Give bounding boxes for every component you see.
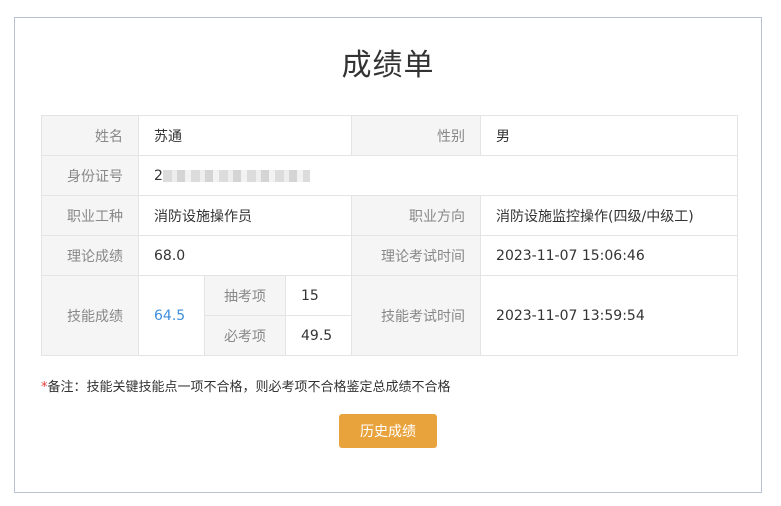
table-row: 理论成绩 68.0 理论考试时间 2023-11-07 15:06:46 — [41, 235, 739, 276]
skill-score-value: 64.5 — [138, 275, 205, 356]
skill-time-value: 2023-11-07 13:59:54 — [480, 275, 739, 356]
theory-score-value: 68.0 — [137, 235, 353, 276]
score-table: 姓名 苏通 性别 男 身份证号 2 职业工种 消防设施操作员 职业方向 消防设施… — [41, 115, 739, 356]
table-row: 身份证号 2 — [41, 155, 739, 196]
skill-score-label: 技能成绩 — [41, 275, 139, 356]
draw-item-label: 抽考项 — [204, 275, 286, 316]
remark-text: 备注：技能关键技能点一项不合格，则必考项不合格鉴定总成绩不合格 — [47, 380, 451, 395]
theory-score-label: 理论成绩 — [41, 235, 139, 276]
theory-time-value: 2023-11-07 15:06:46 — [480, 235, 739, 276]
direction-value: 消防设施监控操作(四级/中级工) — [480, 195, 739, 236]
occupation-value: 消防设施操作员 — [137, 195, 353, 236]
table-row: 技能成绩 64.5 抽考项 15 技能考试时间 2023-11-07 13:59… — [41, 275, 739, 356]
page-title: 成绩单 — [341, 48, 435, 83]
table-row: 姓名 苏通 性别 男 — [41, 115, 739, 156]
name-label: 姓名 — [41, 115, 139, 156]
skill-time-label: 技能考试时间 — [351, 275, 482, 356]
required-item-value: 49.5 — [284, 315, 353, 356]
history-score-button[interactable]: 历史成绩 — [339, 414, 437, 448]
gender-label: 性别 — [351, 115, 482, 156]
table-row: 职业工种 消防设施操作员 职业方向 消防设施监控操作(四级/中级工) — [41, 195, 739, 236]
occupation-label: 职业工种 — [41, 195, 139, 236]
direction-label: 职业方向 — [351, 195, 482, 236]
id-blur-mask — [162, 169, 310, 182]
id-label: 身份证号 — [41, 155, 139, 196]
remark-note: *备注：技能关键技能点一项不合格，则必考项不合格鉴定总成绩不合格 — [41, 376, 451, 395]
theory-time-label: 理论考试时间 — [351, 235, 482, 276]
score-card: 成绩单 姓名 苏通 性别 男 身份证号 2 职业工种 消防设施操作员 职业方向 … — [14, 17, 762, 493]
gender-value: 男 — [480, 115, 739, 156]
name-value: 苏通 — [137, 115, 353, 156]
draw-item-value: 15 — [284, 275, 353, 316]
id-visible-digit: 2 — [154, 167, 163, 184]
id-value: 2 — [137, 155, 739, 196]
required-item-label: 必考项 — [204, 315, 286, 356]
